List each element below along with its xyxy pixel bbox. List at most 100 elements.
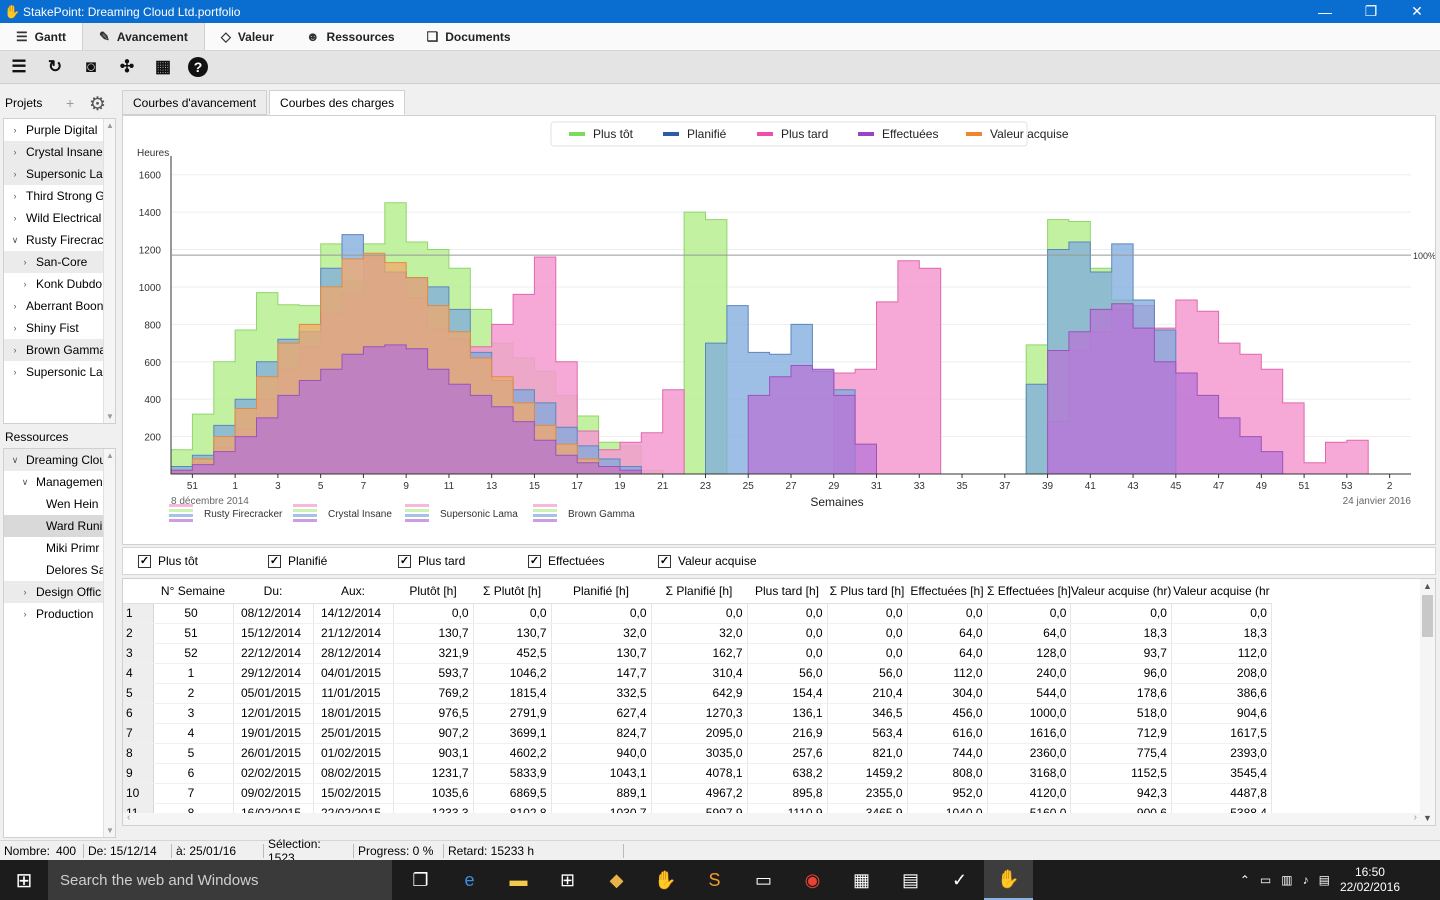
table-row[interactable]: 2 51 15/12/2014 21/12/2014 130,7 130,7 32,0 32,…	[123, 623, 1272, 644]
tree-item[interactable]: › Crystal Insane	[4, 141, 115, 163]
refresh-icon[interactable]: ↻	[44, 56, 66, 78]
chevron-up-icon[interactable]: ⌃	[1240, 873, 1250, 887]
tree-item[interactable]: › Supersonic Lar	[4, 361, 115, 383]
chevron-right-icon[interactable]: ›	[20, 279, 30, 289]
tree-item[interactable]: › Brown Gamma	[4, 339, 115, 361]
checkbox-planifie[interactable]: ✓ Planifié	[253, 554, 383, 568]
add-project-icon[interactable]: +	[66, 95, 74, 111]
menu-icon[interactable]: ☰	[8, 56, 30, 78]
tree-item[interactable]: › Design Offic	[4, 581, 115, 603]
column-header[interactable]: Valeur acquise (hr)	[1070, 579, 1172, 604]
stakepoint-active-icon[interactable]: ✋	[984, 860, 1033, 900]
table-row[interactable]: 10 7 09/02/2015 15/02/2015 1035,6 6869,5 889,1…	[123, 783, 1272, 804]
tree-item[interactable]: › San-Core	[4, 251, 115, 273]
task-view-icon[interactable]: ❐	[396, 860, 445, 900]
chrome-icon[interactable]: ◉	[788, 860, 837, 900]
chevron-down-icon[interactable]: ∨	[10, 235, 20, 246]
table-row[interactable]: 4 1 29/12/2014 04/01/2015 593,7 1046,2 147,7 31…	[123, 663, 1272, 684]
chevron-right-icon[interactable]: ›	[20, 587, 30, 597]
edge-browser-icon[interactable]: e	[445, 860, 494, 900]
checkbox-mark[interactable]: ✓	[528, 554, 541, 568]
checkbox-mark[interactable]: ✓	[658, 554, 671, 568]
tree-item[interactable]: › Aberrant Boon	[4, 295, 115, 317]
gear-icon[interactable]: ⚙	[89, 93, 106, 116]
network-icon[interactable]: ▥	[1281, 873, 1292, 887]
chevron-right-icon[interactable]: ›	[20, 609, 30, 619]
chevron-right-icon[interactable]: ›	[10, 125, 20, 135]
battery-icon[interactable]: ▭	[1260, 873, 1271, 887]
tab-documents[interactable]: ❏ Documents	[411, 23, 527, 50]
column-header[interactable]: Valeur acquise (hr	[1171, 579, 1272, 604]
tree-item[interactable]: › Shiny Fist	[4, 317, 115, 339]
resources-scrollbar[interactable]: ▲ ▼	[103, 449, 115, 837]
tree-item[interactable]: Miki Primr	[4, 537, 115, 559]
close-button[interactable]: ✕	[1394, 0, 1440, 23]
scroll-up-icon[interactable]: ▲	[106, 451, 114, 460]
column-header[interactable]: Du:	[233, 579, 313, 604]
scroll-left-icon[interactable]: ‹	[127, 812, 130, 823]
chevron-right-icon[interactable]: ›	[10, 345, 20, 355]
filter-icon[interactable]: ✣	[116, 56, 138, 78]
checkbox-mark[interactable]: ✓	[268, 554, 281, 568]
tree-item[interactable]: › Third Strong G	[4, 185, 115, 207]
checkbox-plus-tot[interactable]: ✓ Plus tôt	[123, 554, 253, 568]
minimize-button[interactable]: —	[1302, 0, 1348, 23]
scroll-right-icon[interactable]: ›	[1414, 812, 1417, 823]
chevron-right-icon[interactable]: ›	[10, 191, 20, 201]
paint-icon[interactable]: ◆	[592, 860, 641, 900]
tree-item[interactable]: › Wild Electrical	[4, 207, 115, 229]
table-row[interactable]: 3 52 22/12/2014 28/12/2014 321,9 452,5 130,7 16…	[123, 643, 1272, 664]
file-explorer-icon[interactable]: ▬	[494, 860, 543, 900]
checkbox-mark[interactable]: ✓	[398, 554, 411, 568]
chevron-right-icon[interactable]: ›	[10, 169, 20, 179]
sublime-text-icon[interactable]: S	[690, 860, 739, 900]
checkbox-effectuees[interactable]: ✓ Effectuées	[513, 554, 643, 568]
scroll-up-icon[interactable]: ▲	[106, 121, 114, 130]
table-row[interactable]: 1 50 08/12/2014 14/12/2014 0,0 0,0 0,0 0,0 0,0 0,…	[123, 603, 1272, 624]
tree-item[interactable]: › Purple Digital	[4, 119, 115, 141]
stakepoint-app-icon[interactable]: ✋	[641, 860, 690, 900]
restore-button[interactable]: ❐	[1348, 0, 1394, 23]
column-header[interactable]: Planifié [h]	[551, 579, 651, 604]
checkbox-valeur-acquise[interactable]: ✓ Valeur acquise	[643, 554, 773, 568]
table-row[interactable]: 6 3 12/01/2015 18/01/2015 976,5 2791,9 627,4 12…	[123, 703, 1272, 724]
tasks-icon[interactable]: ✓	[935, 860, 984, 900]
tree-item[interactable]: › Production	[4, 603, 115, 625]
checkbox-mark[interactable]: ✓	[138, 554, 151, 568]
export-icon[interactable]: ▦	[152, 56, 174, 78]
chevron-right-icon[interactable]: ›	[10, 213, 20, 223]
tree-item[interactable]: ∨ Dreaming Clou	[4, 449, 115, 471]
subtab-courbes-avancement[interactable]: Courbes d'avancement	[122, 90, 268, 115]
tree-item[interactable]: Wen Hein	[4, 493, 115, 515]
column-header[interactable]: Effectuées [h]	[907, 579, 987, 604]
column-header[interactable]: N° Semaine	[153, 579, 233, 604]
tree-item[interactable]: ∨ Rusty Firecrack	[4, 229, 115, 251]
camera-icon[interactable]: ◙	[80, 56, 102, 78]
store-icon[interactable]: ⊞	[543, 860, 592, 900]
table-row[interactable]: 9 6 02/02/2015 08/02/2015 1231,7 5833,9 1043,1…	[123, 763, 1272, 784]
column-header[interactable]: Plutôt [h]	[393, 579, 473, 604]
tree-item[interactable]: Ward Runi	[4, 515, 115, 537]
tab-avancement[interactable]: ✎ Avancement	[82, 23, 205, 50]
tab-ressources[interactable]: ☻ Ressources	[290, 23, 411, 50]
table-vertical-scrollbar[interactable]: ▲ ▼	[1420, 579, 1435, 825]
chevron-right-icon[interactable]: ›	[10, 147, 20, 157]
table-row[interactable]: 7 4 19/01/2015 25/01/2015 907,2 3699,1 824,7 20…	[123, 723, 1272, 744]
chevron-down-icon[interactable]: ∨	[10, 455, 20, 466]
scroll-up-icon[interactable]: ▲	[1423, 581, 1432, 591]
tree-item[interactable]: ∨ Managemen	[4, 471, 115, 493]
column-header[interactable]: Σ Plutôt [h]	[473, 579, 551, 604]
tree-item[interactable]: › Konk Dubdo	[4, 273, 115, 295]
column-header[interactable]: Plus tard [h]	[747, 579, 827, 604]
scroll-down-icon[interactable]: ▼	[106, 412, 114, 421]
column-header[interactable]: Σ Planifié [h]	[651, 579, 747, 604]
scroll-down-icon[interactable]: ▼	[106, 826, 114, 835]
projects-scrollbar[interactable]: ▲ ▼	[103, 119, 115, 423]
tab-gantt[interactable]: ☰ Gantt	[0, 23, 82, 50]
column-header[interactable]: Aux:	[313, 579, 393, 604]
table-row[interactable]: 5 2 05/01/2015 11/01/2015 769,2 1815,4 332,5 64…	[123, 683, 1272, 704]
column-header[interactable]: Σ Plus tard [h]	[827, 579, 907, 604]
chevron-down-icon[interactable]: ∨	[20, 477, 30, 488]
help-icon[interactable]: ?	[188, 57, 208, 77]
notifications-icon[interactable]: ▤	[1319, 873, 1330, 887]
